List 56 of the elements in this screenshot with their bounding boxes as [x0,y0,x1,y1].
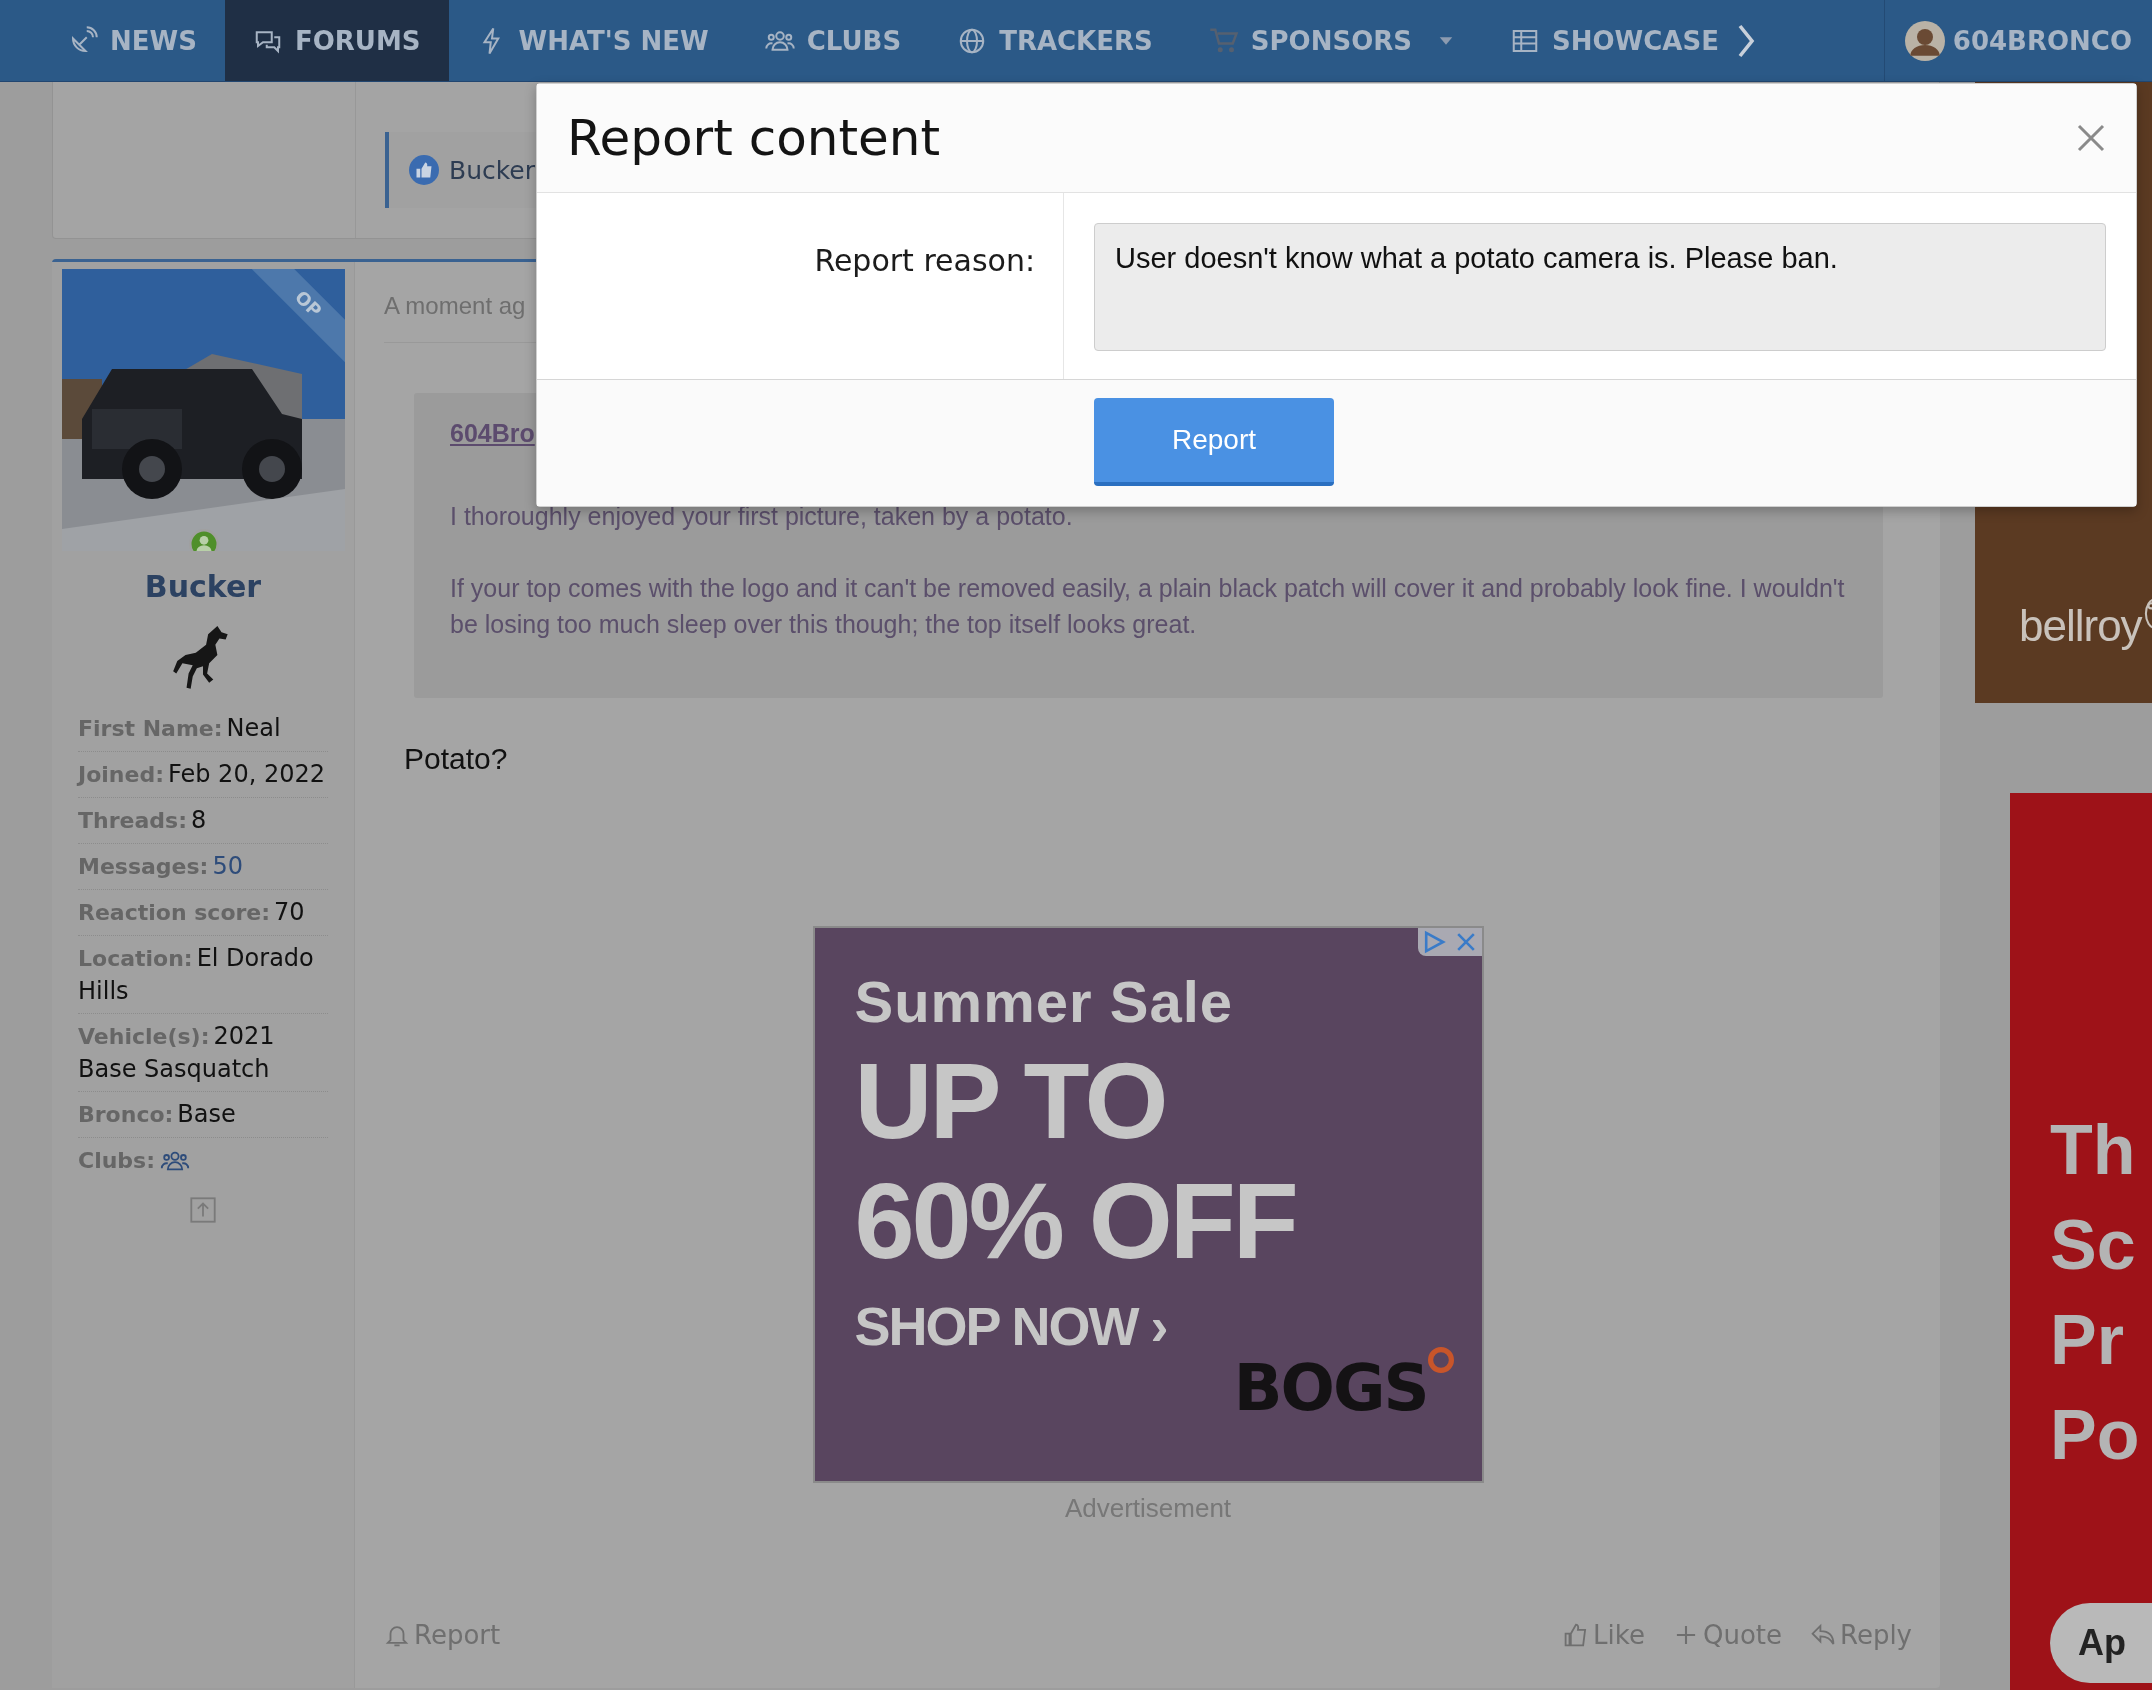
caret-icon[interactable] [1438,35,1454,46]
brand-logo: bellroy [2019,601,2142,651]
quote-text: If your top comes with the logo and it can't be removed easily, a plain black patch will cover it and probably look fine. I wouldn't be losing too much sleep over this though; the top itself looks great. [450,573,1846,640]
report-button[interactable]: Report [1094,398,1334,486]
field-label: Report reason: [814,243,1035,278]
nav-label: SHOWCASE [1552,25,1719,56]
thumbs-up-icon [409,155,439,185]
post-text: Potato? [404,742,509,776]
field-label: Clubs: [78,1148,155,1173]
ad-text: Sc [2050,1205,2137,1286]
nav-label: SPONSORS [1250,25,1412,56]
profile-field: First Name: Neal [78,712,328,745]
reason-field[interactable]: User doesn't know what a potato camera is. Please ban. [1094,223,2106,351]
profile-field: Vehicle(s): 2021 Base Sasquatch [78,1020,328,1085]
ad-text: 60% OFF [854,1161,1296,1281]
nav-tab[interactable]: CLUBS [736,0,930,81]
nav-tab[interactable]: TRACKERS [929,0,1181,81]
brand-logo: BOGS [1233,1351,1428,1425]
nav-tab[interactable]: SHOWCASE [1482,0,1747,81]
nav-tab[interactable]: NEWS [40,0,225,81]
profile-field: Joined: Feb 20, 2022 [78,758,328,791]
ad-banner[interactable]: Summer Sale UP TO 60% OFF SHOP NOW › BOGS [812,926,1484,1483]
nav-label: WHAT'S NEW [518,25,709,56]
nav-label: CLUBS [806,25,902,56]
ad-text: UP TO [854,1041,1166,1161]
profile-field: Threads: 8 [78,804,328,837]
nav-tab[interactable]: SPONSORS [1180,0,1482,81]
nav-label: TRACKERS [999,25,1153,56]
nav-label: FORUMS [294,25,421,56]
ad-text: Th [2050,1110,2137,1191]
users-icon[interactable] [159,1149,191,1173]
close-icon[interactable] [2076,123,2106,153]
avatar-icon [1904,20,1945,61]
profile-field: Location: El Dorado Hills [78,942,328,1007]
ad-choices[interactable] [1417,928,1482,956]
profile-field: Bronco: Base [78,1098,328,1131]
dialog-title: Report content [567,109,941,167]
profile-field: Reaction score: 70 [78,896,328,929]
profile-field: Messages: 50 [78,850,328,883]
chevron-right-icon[interactable] [1736,22,1755,59]
ad-text: Pr [2050,1300,2125,1381]
nav-label: NEWS [110,25,197,56]
user-menu[interactable]: 604BRONCO [1883,0,2152,81]
author-name[interactable]: Bucker [144,569,262,604]
quote-text: I thoroughly enjoyed your first picture, taken by a potato. [450,501,1074,532]
ad-banner[interactable]: Th Sc Pr Po Ap [2010,793,2152,1690]
ad-text: Summer Sale [854,968,1233,1035]
nav-tab[interactable]: FORUMS [224,0,449,81]
ad-text: SHOP NOW › [854,1295,1167,1357]
ring-icon [1427,1347,1454,1373]
field-link[interactable]: 50 [212,852,243,880]
ad-button[interactable]: Ap [2050,1603,2152,1683]
nav-tab[interactable]: WHAT'S NEW [448,0,737,81]
reaction-text: Bucker [449,155,535,185]
username: 604BRONCO [1952,25,2132,56]
ad-text: Po [2050,1395,2141,1476]
